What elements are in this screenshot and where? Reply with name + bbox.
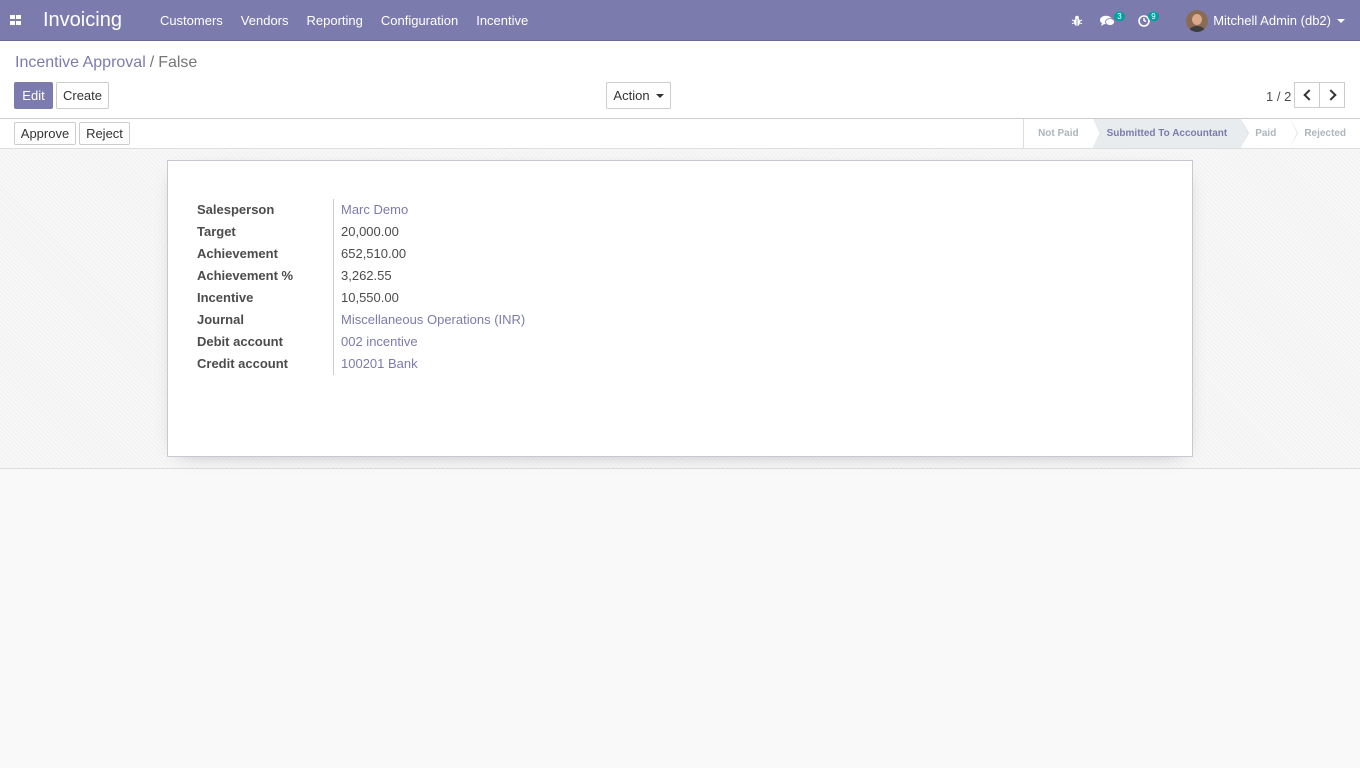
stage-label: Paid <box>1255 128 1277 139</box>
action-label: Action <box>613 88 650 103</box>
field-label: Salesperson <box>197 202 275 217</box>
action-dropdown[interactable]: Action <box>606 82 671 109</box>
status-bar: Approve Reject Not Paid Submitted To Acc… <box>0 119 1360 149</box>
achievement-percent-value: 3,262.55 <box>333 265 392 287</box>
chevron-right-icon <box>1324 89 1337 101</box>
field-label: Journal <box>197 312 244 327</box>
field-row-achievement-percent: Achievement % 3,262.55 <box>197 265 525 287</box>
app-name[interactable]: Invoicing <box>43 9 122 32</box>
breadcrumb: Incentive Approval / False <box>15 54 197 72</box>
menu-vendors[interactable]: Vendors <box>241 13 289 28</box>
breadcrumb-separator: / <box>149 54 155 71</box>
reject-button[interactable]: Reject <box>79 122 130 145</box>
field-row-achievement: Achievement 652,510.00 <box>197 243 525 265</box>
salesperson-link[interactable]: Marc Demo <box>333 199 408 221</box>
stage-rejected[interactable]: Rejected <box>1290 119 1360 148</box>
menu-reporting[interactable]: Reporting <box>307 13 363 28</box>
chevron-left-icon <box>1302 89 1315 101</box>
clock-icon[interactable]: 9 <box>1130 0 1166 41</box>
debit-account-link[interactable]: 002 incentive <box>333 331 418 353</box>
caret-down-icon <box>655 93 664 98</box>
apps-menu-icon[interactable] <box>0 0 30 41</box>
stage-submitted-to-accountant[interactable]: Submitted To Accountant <box>1092 119 1250 148</box>
field-label: Achievement % <box>197 268 294 283</box>
field-row-journal: Journal Miscellaneous Operations (INR) <box>197 309 525 331</box>
target-value: 20,000.00 <box>333 221 399 243</box>
stage-label: Not Paid <box>1038 128 1079 139</box>
field-label: Debit account <box>197 334 283 349</box>
control-panel: Incentive Approval / False Edit Create Act… <box>0 41 1360 119</box>
menu-configuration[interactable]: Configuration <box>381 13 458 28</box>
breadcrumb-parent[interactable]: Incentive Approval <box>15 54 146 71</box>
bug-icon[interactable] <box>1064 0 1090 41</box>
stage-not-paid[interactable]: Not Paid <box>1024 119 1101 148</box>
chat-icon[interactable]: 3 <box>1090 0 1130 41</box>
field-row-credit-account: Credit account 100201 Bank <box>197 353 525 375</box>
achievement-value: 652,510.00 <box>333 243 406 265</box>
incentive-value: 10,550.00 <box>333 287 399 309</box>
field-row-target: Target 20,000.00 <box>197 221 525 243</box>
user-name: Mitchell Admin (db2) <box>1213 13 1331 28</box>
avatar <box>1186 9 1209 32</box>
journal-link[interactable]: Miscellaneous Operations (INR) <box>333 309 525 331</box>
form-sheet: Salesperson Marc Demo Target 20,000.00 A… <box>167 160 1193 457</box>
menu-customers[interactable]: Customers <box>160 13 223 28</box>
pager-value[interactable]: 1 / 2 <box>1266 89 1291 104</box>
credit-account-link[interactable]: 100201 Bank <box>333 353 418 375</box>
chevron-down-icon <box>1337 18 1345 23</box>
pager-previous-button[interactable] <box>1294 82 1320 108</box>
field-label: Credit account <box>197 356 289 371</box>
menu-incentive[interactable]: Incentive <box>476 13 528 28</box>
activities-badge: 9 <box>1148 12 1159 21</box>
field-label: Incentive <box>197 290 254 305</box>
field-row-debit-account: Debit account 002 incentive <box>197 331 525 353</box>
form-background: Salesperson Marc Demo Target 20,000.00 A… <box>0 149 1360 469</box>
user-menu[interactable]: Mitchell Admin (db2) <box>1186 9 1345 32</box>
form-fields: Salesperson Marc Demo Target 20,000.00 A… <box>197 199 525 375</box>
field-row-salesperson: Salesperson Marc Demo <box>197 199 525 221</box>
field-label: Achievement <box>197 246 278 261</box>
stage-pipeline: Not Paid Submitted To Accountant Paid Re… <box>1023 119 1360 148</box>
field-label: Target <box>197 224 236 239</box>
edit-button[interactable]: Edit <box>14 82 53 109</box>
top-navbar: Invoicing Customers Vendors Reporting Co… <box>0 0 1360 41</box>
approve-button[interactable]: Approve <box>14 122 76 145</box>
breadcrumb-current: False <box>158 54 198 71</box>
create-button[interactable]: Create <box>56 82 109 109</box>
stage-label: Rejected <box>1304 128 1346 139</box>
field-row-incentive: Incentive 10,550.00 <box>197 287 525 309</box>
messages-badge: 3 <box>1114 12 1125 21</box>
stage-label: Submitted To Accountant <box>1106 128 1228 139</box>
pager-next-button[interactable] <box>1319 82 1345 108</box>
